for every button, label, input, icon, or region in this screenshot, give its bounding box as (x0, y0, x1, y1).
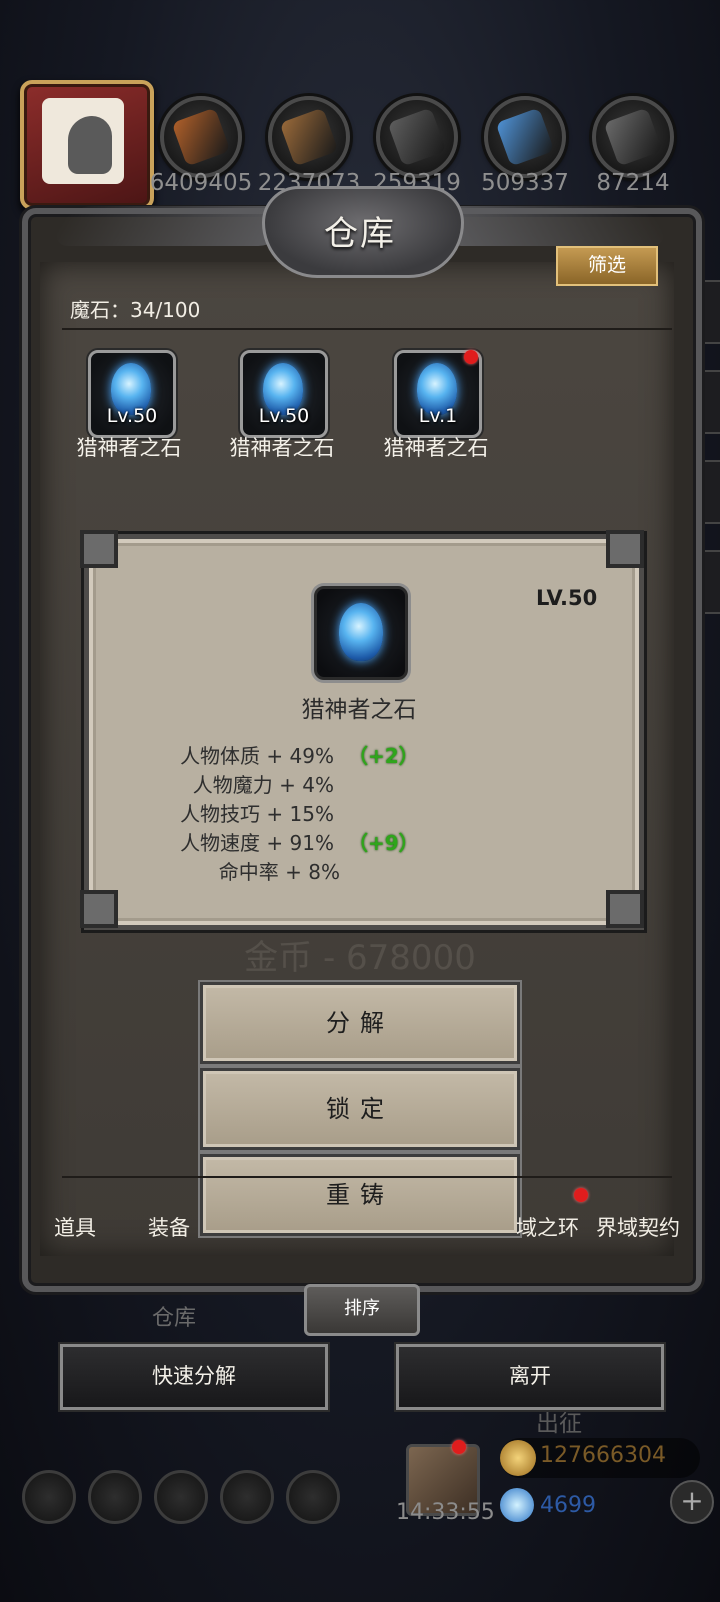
menu-book-icon[interactable] (154, 1470, 208, 1524)
gift-notification-dot (452, 1440, 466, 1454)
stat-text: 人物魔力 + 4% (192, 773, 334, 797)
item-level: Lv.50 (106, 405, 158, 427)
detail-item-name: 猎神者之石 (301, 697, 417, 723)
stat-bonus: （+2） (348, 744, 419, 768)
gem-amount: 4699 (540, 1493, 596, 1518)
player-avatar[interactable] (20, 80, 154, 210)
item-name: 猎神者之石 (229, 436, 335, 460)
avatar-portrait (42, 98, 124, 184)
item-slot[interactable]: Lv.50 (240, 350, 328, 438)
decompose-button[interactable]: 分解 (200, 982, 520, 1064)
stat-text: 人物速度 + 91% (180, 831, 334, 855)
magic-stone-count: 魔石：34/100 (70, 298, 201, 322)
menu-mail-icon[interactable] (220, 1470, 274, 1524)
resource-count: 6409405 (149, 170, 253, 196)
hunter-stone-icon (339, 603, 383, 661)
item-name: 猎神者之石 (76, 436, 182, 460)
quick-decompose-button[interactable]: 快速分解 (60, 1344, 328, 1410)
tab-realm-contract[interactable]: 界域契约 (596, 1212, 680, 1242)
menu-shield-icon[interactable] (88, 1470, 142, 1524)
resource-count: 509337 (481, 170, 569, 196)
item-name: 猎神者之石 (383, 436, 489, 460)
menu-box-icon[interactable] (286, 1470, 340, 1524)
gem-icon (500, 1488, 534, 1522)
item-slot[interactable]: Lv.50 (88, 350, 176, 438)
resource-count: 87214 (596, 170, 670, 196)
resource-slot[interactable] (160, 96, 242, 178)
countdown-timer: 14:33:55 (396, 1500, 495, 1525)
detail-item-slot (314, 586, 408, 680)
resource-slot[interactable] (268, 96, 350, 178)
resource-slot[interactable] (592, 96, 674, 178)
background-warehouse-label: 仓库 (152, 1306, 197, 1331)
reforge-button[interactable]: 重铸 (200, 1154, 520, 1236)
stat-text: 命中率 + 8% (218, 860, 340, 884)
gold-coin-icon (500, 1440, 536, 1476)
stat-text: 人物体质 + 49% (180, 744, 334, 768)
popup-corner (606, 530, 644, 568)
page-title: 仓库 (324, 214, 396, 254)
add-gems-button[interactable]: + (670, 1480, 714, 1524)
tab-equipment[interactable]: 装备 (148, 1212, 190, 1242)
filter-button[interactable]: 筛选 (556, 246, 658, 286)
popup-corner (606, 890, 644, 928)
stat-text: 人物技巧 + 15% (180, 802, 334, 826)
tab-notification-dot (574, 1188, 588, 1202)
popup-corner (80, 530, 118, 568)
wood-planks-icon (279, 107, 339, 167)
tab-items[interactable]: 道具 (54, 1212, 96, 1242)
horse-icon (68, 116, 112, 174)
resource-slot[interactable] (376, 96, 458, 178)
gold-amount: 127666304 (540, 1443, 666, 1468)
popup-corner (80, 890, 118, 928)
bread-icon (171, 107, 231, 167)
steel-ingot-icon (603, 107, 663, 167)
new-item-dot (464, 350, 478, 364)
item-level: Lv.1 (418, 405, 458, 427)
resource-slot[interactable] (484, 96, 566, 178)
sort-button[interactable]: 排序 (304, 1284, 420, 1336)
leave-button[interactable]: 离开 (396, 1344, 664, 1410)
detail-item-level: LV.50 (536, 586, 598, 610)
tabs-divider (62, 1176, 672, 1178)
divider (62, 328, 672, 330)
menu-gear-icon[interactable] (22, 1470, 76, 1524)
tab-realm-ring[interactable]: 域之环 (512, 1212, 579, 1242)
iron-ingot-icon (387, 107, 447, 167)
lock-button[interactable]: 锁定 (200, 1068, 520, 1150)
stat-bonus: （+9） (348, 831, 419, 855)
crystal-icon (495, 107, 555, 167)
decompose-price-text: 金币 - 678000 (244, 938, 476, 978)
item-level: Lv.50 (258, 405, 310, 427)
